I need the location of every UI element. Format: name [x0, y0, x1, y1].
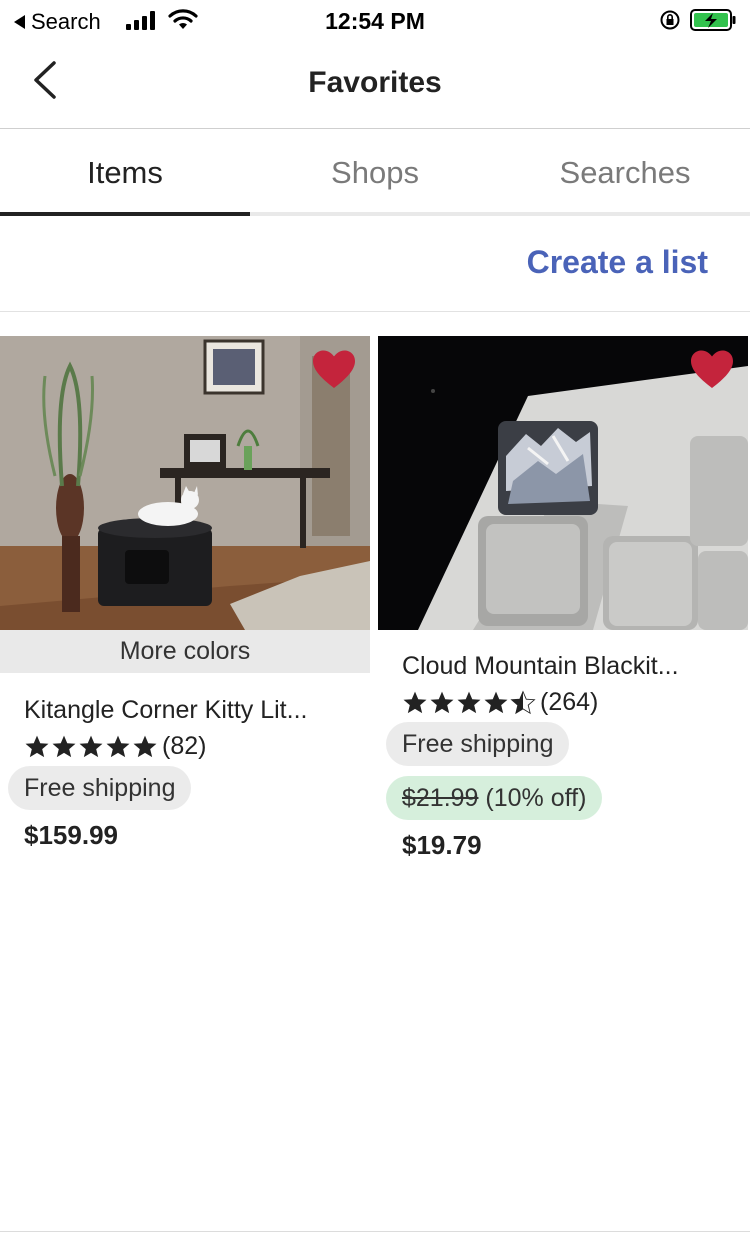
star-rating-icon — [402, 690, 536, 716]
item-image-litter-box[interactable] — [0, 336, 370, 630]
review-count: (264) — [540, 688, 599, 716]
page-title: Favorites — [308, 66, 442, 99]
more-colors-label: More colors — [0, 630, 370, 673]
tab-searches[interactable]: Searches — [500, 129, 750, 216]
sale-badge: $21.99 (10% off) — [386, 776, 603, 820]
create-list-link[interactable]: Create a list — [527, 244, 708, 281]
item-image-keycap[interactable] — [378, 336, 748, 630]
item-card[interactable]: More colors Kitangle Corner Kitty Lit...… — [0, 336, 370, 850]
rating-row: (82) — [24, 732, 206, 761]
favorite-heart-icon[interactable] — [312, 350, 356, 390]
tab-items[interactable]: Items — [0, 129, 250, 216]
battery-charging-icon — [690, 9, 736, 31]
item-card[interactable]: Cloud Mountain Blackit... (264) Free shi… — [378, 336, 748, 860]
item-title: Cloud Mountain Blackit... — [402, 652, 679, 680]
favorites-tabs: Items Shops Searches — [0, 129, 750, 216]
star-rating-icon — [24, 734, 158, 760]
orientation-lock-icon — [660, 10, 680, 30]
tab-shops[interactable]: Shops — [250, 129, 500, 216]
item-title: Kitangle Corner Kitty Lit... — [24, 696, 308, 724]
status-bar: Search 12:54 PM — [0, 0, 750, 42]
rating-row: (264) — [402, 688, 598, 717]
discount-label: (10% off) — [485, 784, 587, 812]
create-list-row: Create a list — [0, 216, 750, 312]
free-shipping-badge: Free shipping — [386, 722, 570, 766]
bottom-divider — [0, 1231, 750, 1232]
original-price: $21.99 — [402, 784, 479, 812]
nav-bar: Favorites — [0, 42, 750, 129]
item-price: $19.79 — [402, 830, 482, 860]
item-price: $159.99 — [24, 820, 118, 850]
status-time: 12:54 PM — [325, 8, 425, 34]
free-shipping-badge: Free shipping — [8, 766, 192, 810]
review-count: (82) — [162, 732, 207, 760]
favorite-heart-icon[interactable] — [690, 350, 734, 390]
